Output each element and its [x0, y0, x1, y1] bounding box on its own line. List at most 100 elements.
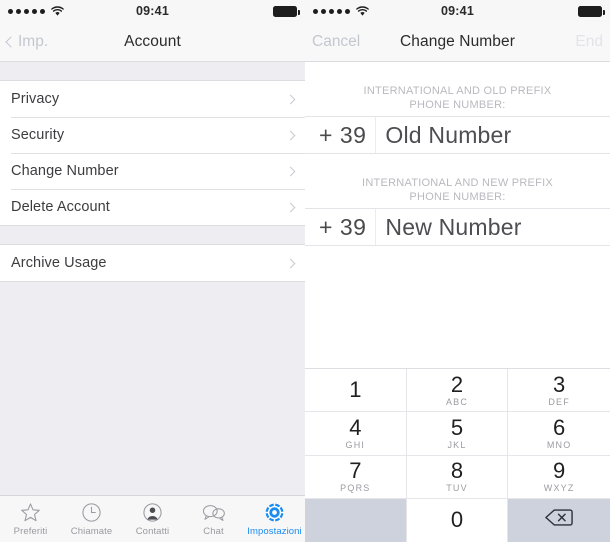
chevron-right-icon — [285, 258, 296, 268]
chevron-right-icon — [285, 94, 296, 104]
chevron-left-icon — [5, 35, 17, 48]
tab-impostazioni[interactable]: Impostazioni — [244, 501, 305, 537]
keypad-key-1[interactable]: 1 — [305, 369, 407, 413]
old-number-label-line2: PHONE NUMBER: — [409, 99, 506, 111]
keypad-key-0[interactable]: 0 — [406, 498, 509, 542]
keypad-key-4[interactable]: 4 GHI — [305, 412, 407, 456]
row-label: Change Number — [11, 163, 119, 179]
new-number-label-line1: INTERNATIONAL AND NEW PREFIX — [362, 177, 553, 189]
tab-chiamate[interactable]: Chiamate — [61, 501, 122, 537]
end-button[interactable]: End — [575, 33, 603, 51]
old-number-field-group: INTERNATIONAL AND OLD PREFIX PHONE NUMBE… — [305, 84, 610, 154]
key-digit: 5 — [450, 414, 464, 440]
status-bar-time: 09:41 — [441, 4, 474, 18]
new-number-label-line2: PHONE NUMBER: — [409, 191, 506, 203]
key-digit: 1 — [349, 377, 362, 403]
navigation-bar-left: Imp. Account — [0, 22, 305, 62]
key-letters: WXYZ — [543, 483, 575, 494]
new-number-field-group: INTERNATIONAL AND NEW PREFIX PHONE NUMBE… — [305, 176, 610, 246]
keypad-key-6[interactable]: 6 MNO — [508, 412, 610, 456]
new-number-label: INTERNATIONAL AND NEW PREFIX PHONE NUMBE… — [305, 176, 610, 208]
new-number-input-row[interactable]: + 39 New Number — [305, 208, 610, 246]
keypad-key-blank — [305, 498, 407, 542]
chevron-right-icon — [285, 202, 296, 212]
dual-screen-container: 09:41 Imp. Account Privacy Security Chan… — [0, 0, 610, 542]
key-letters: GHI — [345, 439, 366, 450]
row-label: Security — [11, 127, 65, 143]
old-number-input-row[interactable]: + 39 Old Number — [305, 116, 610, 154]
key-digit: 7 — [349, 458, 362, 484]
chat-bubbles-icon — [202, 501, 226, 524]
old-number-label: INTERNATIONAL AND OLD PREFIX PHONE NUMBE… — [305, 84, 610, 116]
status-bar-right: 09:41 — [305, 0, 610, 22]
status-bar-time: 09:41 — [136, 4, 169, 18]
key-letters: TUV — [446, 483, 468, 494]
key-letters: DEF — [548, 396, 570, 407]
status-bar-left: 09:41 — [0, 0, 305, 22]
keypad-key-7[interactable]: 7 PQRS — [305, 455, 407, 499]
tab-label: Contatti — [135, 526, 170, 537]
star-icon — [20, 501, 41, 524]
key-letters: PQRS — [340, 483, 371, 494]
back-button[interactable]: Imp. — [5, 32, 49, 51]
row-label: Privacy — [11, 91, 60, 107]
bottom-tab-bar: Preferiti Chiamate Contatti Chat Imposta… — [0, 495, 305, 542]
person-icon — [142, 501, 163, 524]
tab-contatti[interactable]: Contatti — [122, 501, 183, 537]
key-letters: MNO — [546, 439, 572, 450]
form-top-spacer — [305, 62, 610, 84]
battery-full-icon — [578, 5, 605, 17]
settings-group-archive: Archive Usage — [0, 244, 305, 282]
chevron-right-icon — [285, 166, 296, 176]
tab-chat[interactable]: Chat — [183, 501, 244, 537]
key-letters: JKL — [447, 439, 467, 450]
key-digit: 4 — [349, 414, 362, 440]
backspace-icon — [545, 508, 573, 532]
tab-label: Impostazioni — [247, 526, 302, 537]
keypad-key-backspace[interactable] — [508, 498, 610, 542]
tab-label: Preferiti — [13, 526, 48, 537]
key-letters: ABC — [445, 396, 469, 407]
list-top-spacer — [0, 62, 305, 80]
account-settings-screen: 09:41 Imp. Account Privacy Security Chan… — [0, 0, 305, 542]
keypad-key-2[interactable]: 2 ABC — [406, 369, 509, 413]
new-number-input[interactable]: New Number — [376, 214, 521, 241]
key-digit: 8 — [450, 458, 464, 484]
numeric-keypad: 1 2 ABC 3 DEF 4 GHI 5 JKL 6 MNO 7 PQRS 8… — [305, 368, 610, 542]
keypad-key-3[interactable]: 3 DEF — [508, 369, 610, 413]
gear-icon — [264, 501, 285, 524]
key-digit: 9 — [553, 458, 566, 484]
old-number-label-line1: INTERNATIONAL AND OLD PREFIX — [363, 85, 552, 97]
tab-label: Chiamate — [70, 526, 113, 537]
sidebar-item-change-number[interactable]: Change Number — [0, 153, 305, 189]
row-label: Delete Account — [11, 199, 110, 215]
sidebar-item-archive-usage[interactable]: Archive Usage — [0, 245, 305, 281]
keypad-key-8[interactable]: 8 TUV — [406, 455, 509, 499]
sidebar-item-security[interactable]: Security — [0, 117, 305, 153]
sidebar-item-privacy[interactable]: Privacy — [0, 81, 305, 117]
form-middle-spacer — [305, 154, 610, 176]
key-digit: 2 — [450, 371, 464, 397]
clock-icon — [81, 501, 102, 524]
settings-list-container: Privacy Security Change Number Delete Ac… — [0, 62, 305, 542]
navigation-bar-right: Cancel Change Number End — [305, 22, 610, 62]
key-digit: 0 — [450, 507, 464, 533]
tab-label: Chat — [203, 526, 224, 537]
tab-preferiti[interactable]: Preferiti — [0, 501, 61, 537]
keypad-key-5[interactable]: 5 JKL — [406, 412, 509, 456]
new-number-prefix[interactable]: + 39 — [305, 209, 377, 245]
back-button-label: Imp. — [18, 32, 49, 50]
list-group-spacer — [0, 226, 305, 244]
change-number-screen: 09:41 Cancel Change Number End INTERNATI… — [305, 0, 610, 542]
row-label: Archive Usage — [11, 255, 107, 271]
sidebar-item-delete-account[interactable]: Delete Account — [0, 189, 305, 225]
battery-full-icon — [273, 5, 300, 17]
keypad-key-9[interactable]: 9 WXYZ — [508, 455, 610, 499]
key-digit: 3 — [553, 371, 566, 397]
old-number-input[interactable]: Old Number — [376, 122, 511, 149]
old-number-prefix[interactable]: + 39 — [305, 117, 377, 153]
settings-group-account: Privacy Security Change Number Delete Ac… — [0, 80, 305, 226]
cancel-button[interactable]: Cancel — [312, 33, 360, 51]
chevron-right-icon — [285, 130, 296, 140]
key-digit: 6 — [553, 414, 566, 440]
